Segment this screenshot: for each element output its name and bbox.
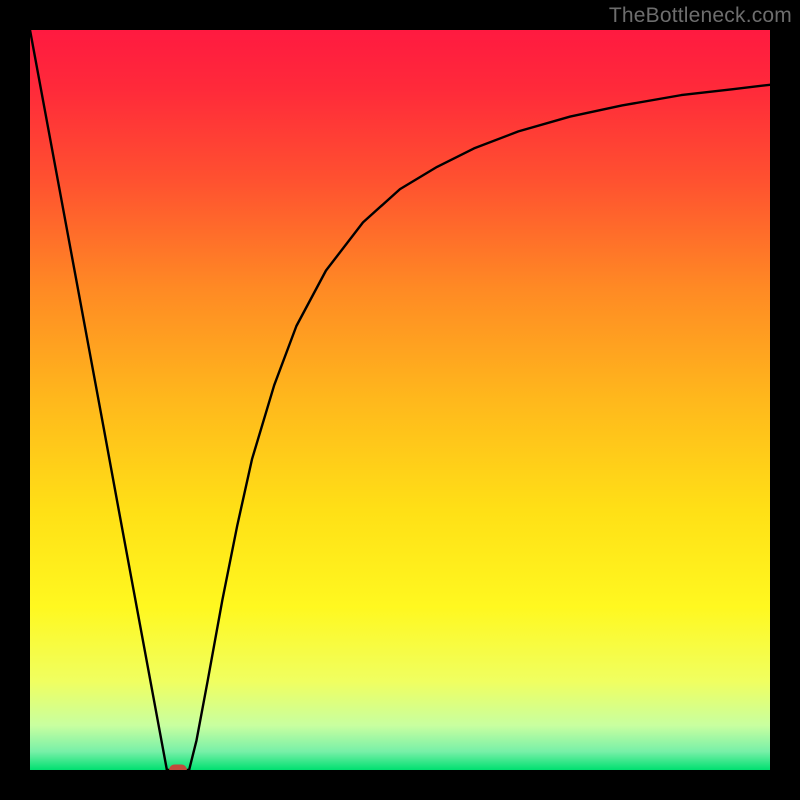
background-gradient [30, 30, 770, 770]
chart-frame: TheBottleneck.com [0, 0, 800, 800]
plot-area [30, 30, 770, 770]
watermark-text: TheBottleneck.com [609, 4, 792, 28]
